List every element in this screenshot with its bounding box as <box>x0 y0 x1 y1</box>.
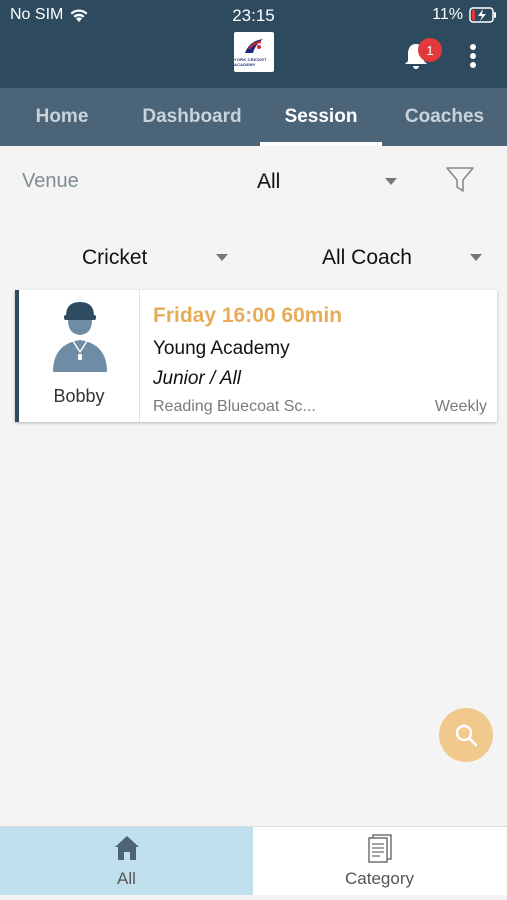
session-name: Young Academy <box>153 338 290 359</box>
app-header: YORK CRICKET ACADEMY 1 <box>0 30 507 88</box>
more-options-icon[interactable] <box>466 42 480 72</box>
coach-name: Bobby <box>53 386 105 406</box>
coach-dropdown[interactable]: All Coach <box>322 246 412 270</box>
bottom-nav-all-label: All <box>117 869 136 888</box>
home-icon <box>114 836 139 860</box>
venue-filter-row: Venue All <box>0 150 507 214</box>
bottom-nav-all[interactable]: All <box>0 827 253 895</box>
logo-text: YORK CRICKET ACADEMY <box>234 57 267 67</box>
session-info: Friday 16:00 60min Young Academy Junior … <box>153 290 487 422</box>
bottom-nav-category-label: Category <box>345 869 414 888</box>
venue-label: Venue <box>22 170 79 192</box>
sport-dropdown[interactable]: Cricket <box>82 246 147 270</box>
main-tabs: Home Dashboard Session Coaches <box>0 88 507 146</box>
session-frequency: Weekly <box>434 398 487 415</box>
notification-badge: 1 <box>418 38 442 62</box>
clock: 23:15 <box>232 6 275 25</box>
search-icon <box>455 724 478 747</box>
battery-charging-icon <box>469 7 496 23</box>
sport-chevron-down-icon[interactable] <box>216 254 228 261</box>
session-coach: Bobby <box>19 290 140 422</box>
battery-percent: 11% <box>432 6 463 23</box>
session-level: Junior / All <box>153 368 241 389</box>
academy-logo: YORK CRICKET ACADEMY <box>234 32 274 72</box>
tab-dashboard[interactable]: Dashboard <box>124 88 260 146</box>
session-time: Friday 16:00 60min <box>153 304 343 327</box>
search-button[interactable] <box>439 708 493 762</box>
status-bar: No SIM 23:15 11% <box>0 0 507 30</box>
sport-coach-filter-row: Cricket All Coach <box>0 232 507 282</box>
logo-mark-icon <box>245 39 263 53</box>
bottom-nav: All Category <box>0 826 507 895</box>
session-location: Reading Bluecoat Sc... <box>153 398 316 415</box>
bottom-nav-category[interactable]: Category <box>253 827 506 895</box>
coach-avatar-icon <box>53 302 107 372</box>
filter-icon[interactable] <box>444 164 476 196</box>
session-card[interactable]: Bobby Friday 16:00 60min Young Academy J… <box>15 290 497 422</box>
venue-dropdown[interactable]: All <box>257 170 280 194</box>
coach-chevron-down-icon[interactable] <box>470 254 482 261</box>
tab-home[interactable]: Home <box>0 88 124 146</box>
document-icon <box>367 834 392 863</box>
venue-chevron-down-icon[interactable] <box>385 178 397 185</box>
tab-session[interactable]: Session <box>260 88 382 146</box>
tab-coaches[interactable]: Coaches <box>382 88 507 146</box>
